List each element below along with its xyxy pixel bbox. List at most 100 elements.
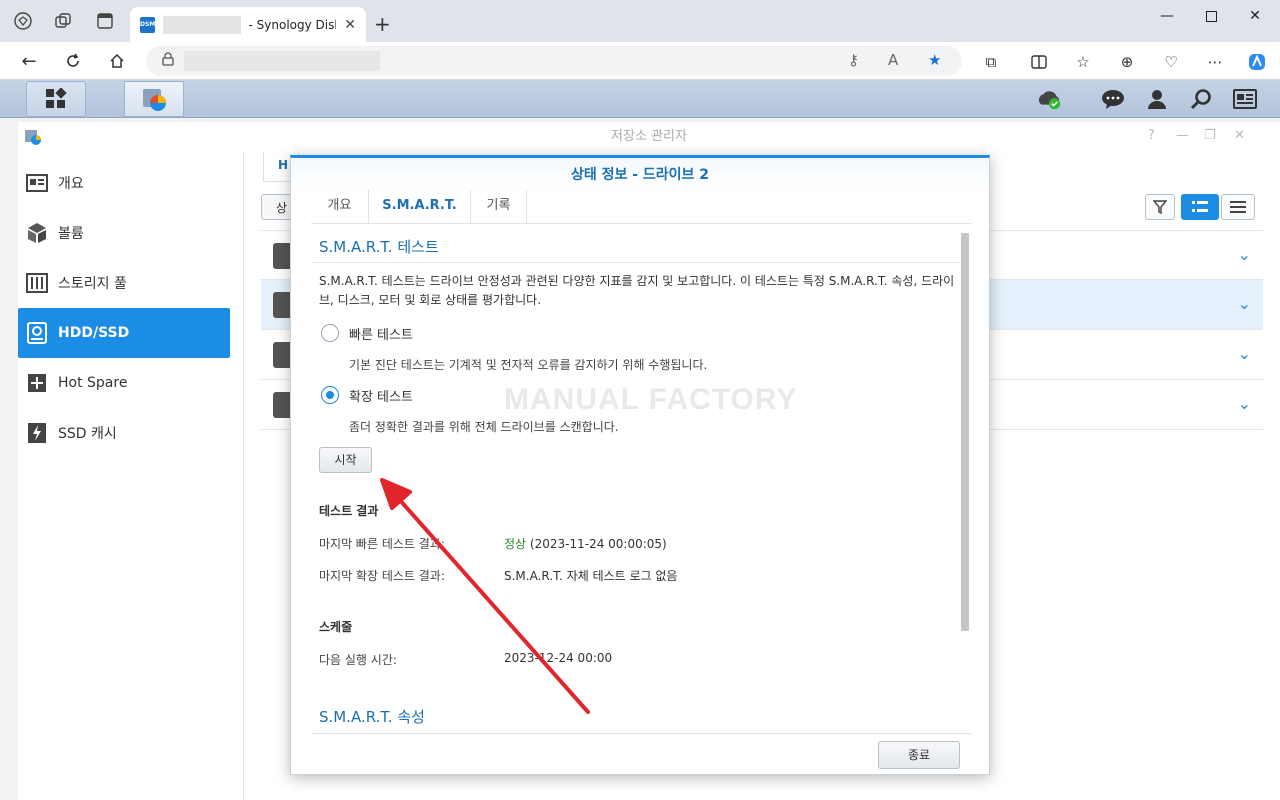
browser-tab-active[interactable]: DSM - Synology DiskS ✕ xyxy=(130,7,366,42)
chevron-down-icon[interactable]: ⌄ xyxy=(1238,344,1251,363)
help-icon[interactable]: ? xyxy=(1148,128,1155,143)
sidebar-item-storage-pool[interactable]: 스토리지 풀 xyxy=(18,258,230,308)
widgets-icon[interactable] xyxy=(1232,86,1258,112)
quick-test-radio[interactable] xyxy=(321,324,339,342)
new-tab-icon[interactable]: + xyxy=(374,12,391,36)
sidebar-item-overview[interactable]: 개요 xyxy=(18,158,230,208)
sidebar-item-hdd-ssd[interactable]: HDD/SSD xyxy=(18,308,230,358)
chevron-down-icon[interactable]: ⌄ xyxy=(1238,294,1251,313)
last-quick-test-label: 마지막 빠른 테스트 결과: xyxy=(319,537,445,551)
window-close-icon[interactable]: ✕ xyxy=(1232,6,1278,26)
tab-overview[interactable]: 개요 xyxy=(311,190,369,224)
sidebar-item-volume[interactable]: 볼륨 xyxy=(18,208,230,258)
extensions-icon[interactable]: ⧉ xyxy=(980,51,1002,73)
quick-test-description: 기본 진단 테스트는 기계적 및 전자적 오류를 감지하기 위해 수행됩니다. xyxy=(349,358,708,372)
sidebar: 개요 볼륨 스토리지 풀 HDD/SSD Hot Spare SSD 캐시 xyxy=(18,152,244,800)
dialog-title: 상태 정보 - 드라이브 2 xyxy=(291,158,989,192)
next-run-value: 2023-12-24 00:00 xyxy=(504,651,613,665)
overview-icon xyxy=(26,172,48,194)
notifications-icon[interactable] xyxy=(1100,86,1126,112)
app-restore-icon[interactable]: ❐ xyxy=(1204,128,1216,143)
cloud-sync-icon[interactable] xyxy=(1036,86,1062,112)
tab-smart[interactable]: S.M.A.R.T. xyxy=(369,190,471,224)
storage-manager-taskbar-button[interactable] xyxy=(124,81,184,117)
sidebar-item-ssd-cache[interactable]: SSD 캐시 xyxy=(18,408,230,458)
url-input[interactable]: ⚷ A ★ xyxy=(146,46,962,76)
extended-test-radio[interactable] xyxy=(321,386,339,404)
profile-icon[interactable] xyxy=(12,10,34,32)
tab-actions-icon[interactable] xyxy=(94,10,116,32)
favorites-icon[interactable]: ☆ xyxy=(1072,51,1094,73)
user-icon[interactable] xyxy=(1144,86,1170,112)
maximize-icon[interactable] xyxy=(1188,6,1234,26)
key-icon[interactable]: ⚷ xyxy=(848,51,859,69)
dialog-tabs: 개요 S.M.A.R.T. 기록 xyxy=(311,190,971,224)
last-quick-test-value: 정상 (2023-11-24 00:00:05) xyxy=(504,535,667,552)
lock-icon xyxy=(162,52,174,70)
hdd-icon xyxy=(26,322,48,344)
smart-test-description: S.M.A.R.T. 테스트는 드라이브 안정성과 관련된 다양한 지표를 감지… xyxy=(319,274,955,307)
back-icon[interactable]: ← xyxy=(18,50,40,72)
detail-list-icon xyxy=(1192,201,1208,212)
app-minimize-icon[interactable]: — xyxy=(1176,128,1189,143)
workspaces-icon[interactable] xyxy=(52,10,74,32)
dialog-body: S.M.A.R.T. 테스트 S.M.A.R.T. 테스트는 드라이브 안정성과… xyxy=(311,224,971,732)
more-menu-icon[interactable]: ⋯ xyxy=(1204,51,1226,73)
dialog-footer-divider xyxy=(311,733,971,734)
favorite-star-icon[interactable]: ★ xyxy=(928,51,941,69)
tab-title: - Synology DiskS xyxy=(248,17,337,32)
sidebar-item-label: 개요 xyxy=(58,176,84,192)
extended-test-description: 좀더 정확한 결과를 위해 전체 드라이브를 스캔합니다. xyxy=(349,420,619,434)
tab-history[interactable]: 기록 xyxy=(471,190,527,224)
drive-status-dialog: 상태 정보 - 드라이브 2 개요 S.M.A.R.T. 기록 S.M.A.R.… xyxy=(290,155,990,775)
next-run-label: 다음 실행 시간: xyxy=(319,653,397,667)
close-button[interactable]: 종료 xyxy=(878,741,960,769)
quick-test-label[interactable]: 빠른 테스트 xyxy=(349,324,413,343)
filter-button[interactable] xyxy=(1145,194,1175,220)
search-icon[interactable] xyxy=(1188,86,1214,112)
split-screen-icon[interactable] xyxy=(1028,51,1050,73)
section-divider xyxy=(311,262,961,263)
compact-list-icon xyxy=(1230,201,1246,213)
storage-manager-icon xyxy=(143,89,166,111)
browser-tab-bar: DSM - Synology DiskS ✕ + — ✕ xyxy=(0,0,1280,42)
chevron-down-icon[interactable]: ⌄ xyxy=(1238,245,1251,264)
tab-title-redacted xyxy=(163,15,241,34)
chevron-down-icon[interactable]: ⌄ xyxy=(1238,394,1251,413)
read-aloud-icon[interactable]: A xyxy=(888,51,898,69)
dialog-scrollbar[interactable] xyxy=(961,233,969,631)
compact-view-button[interactable] xyxy=(1221,194,1255,220)
volume-icon xyxy=(26,222,48,244)
storage-pool-icon xyxy=(26,272,48,294)
last-extended-test-label: 마지막 확장 테스트 결과: xyxy=(319,569,445,583)
url-redacted xyxy=(184,51,380,71)
collections-icon[interactable]: ⊕ xyxy=(1116,51,1138,73)
app-close-icon[interactable]: ✕ xyxy=(1234,128,1245,143)
refresh-icon[interactable] xyxy=(62,50,84,72)
list-view-button[interactable] xyxy=(1181,194,1219,220)
sidebar-item-hot-spare[interactable]: Hot Spare xyxy=(18,358,230,408)
minimize-icon[interactable]: — xyxy=(1144,6,1190,26)
home-icon[interactable] xyxy=(106,50,128,72)
main-menu-button[interactable] xyxy=(26,81,86,117)
start-button[interactable]: 시작 xyxy=(319,447,372,473)
ssd-cache-icon xyxy=(26,422,48,444)
sidebar-item-label: Hot Spare xyxy=(58,375,128,391)
performance-icon[interactable]: ♡ xyxy=(1160,51,1182,73)
last-extended-test-value: S.M.A.R.T. 자체 테스트 로그 없음 xyxy=(504,569,678,583)
sidebar-item-label: 볼륨 xyxy=(58,226,84,242)
schedule-heading: 스케줄 xyxy=(319,620,353,634)
main-menu-icon xyxy=(46,88,67,108)
address-bar: ← ⚷ A ★ ⧉ ☆ ⊕ ♡ ⋯ xyxy=(0,42,1280,80)
last-quick-test-time: (2023-11-24 00:00:05) xyxy=(529,537,667,551)
test-results-heading: 테스트 결과 xyxy=(319,504,379,518)
copilot-icon[interactable] xyxy=(1246,51,1268,73)
sidebar-item-label: SSD 캐시 xyxy=(58,426,117,442)
tab-close-icon[interactable]: ✕ xyxy=(344,17,356,33)
extended-test-label[interactable]: 확장 테스트 xyxy=(349,386,413,405)
app-title: 저장소 관리자 xyxy=(611,129,687,144)
smart-attributes-heading: S.M.A.R.T. 속성 xyxy=(319,708,425,726)
sidebar-item-label: HDD/SSD xyxy=(58,325,130,341)
dsm-favicon-icon: DSM xyxy=(140,16,156,33)
sidebar-item-label: 스토리지 풀 xyxy=(58,276,127,292)
